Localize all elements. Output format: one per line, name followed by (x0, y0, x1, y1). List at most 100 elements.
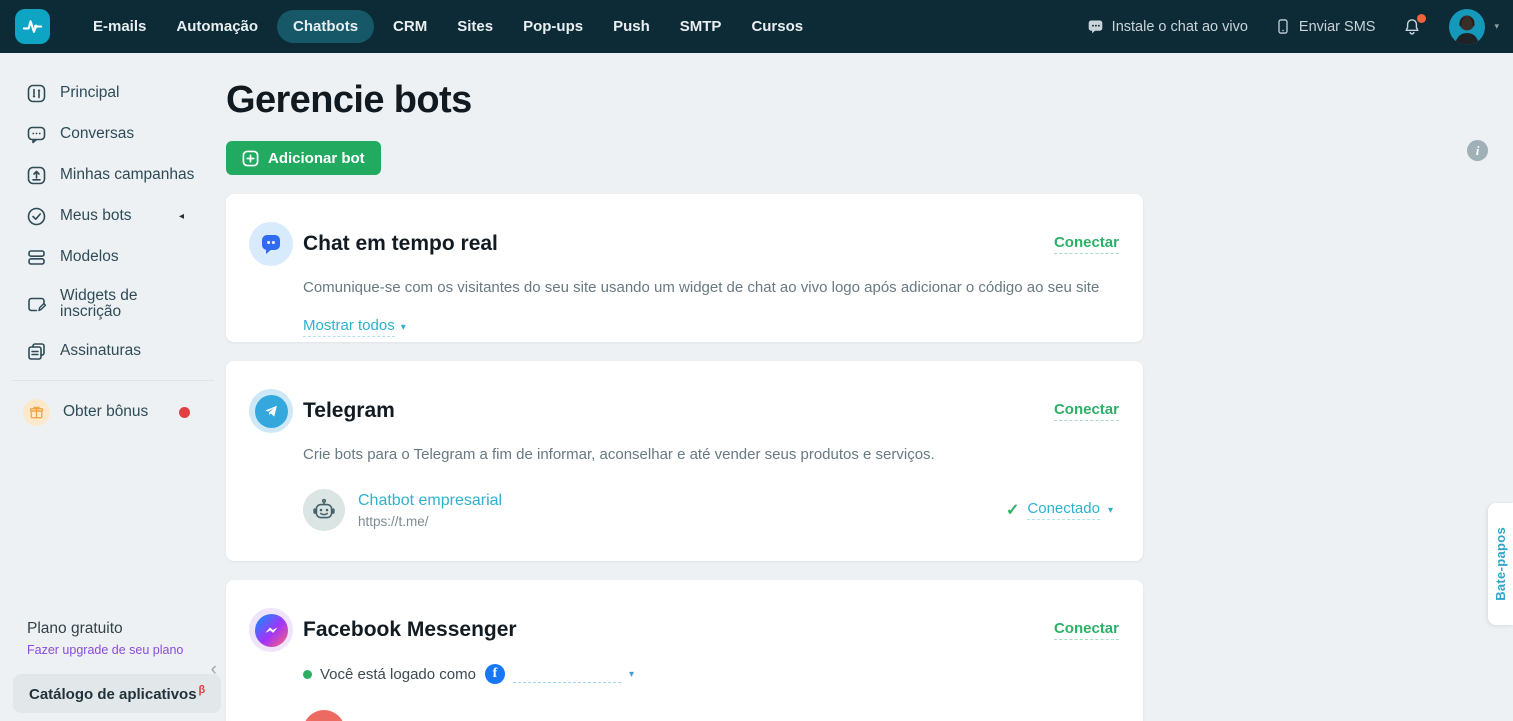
sidebar-label: Modelos (60, 248, 119, 266)
install-live-chat-link[interactable]: Instale o chat ao vivo (1087, 18, 1248, 35)
sendpulse-logo[interactable] (15, 9, 50, 44)
channel-title: Facebook Messenger (303, 618, 517, 641)
bot-row: F Fotos ✓ Conectado ▾ (303, 710, 1119, 721)
plan-info: Plano gratuito Fazer upgrade de seu plan… (27, 620, 183, 657)
bonus-alert-dot (179, 406, 190, 418)
card-telegram: Telegram Conectar Crie bots para o Teleg… (226, 361, 1143, 561)
send-sms-link[interactable]: Enviar SMS (1275, 18, 1376, 35)
bot-name-link[interactable]: Chatbot empresarial (358, 492, 502, 510)
nav-item-chatbots[interactable]: Chatbots (277, 10, 375, 43)
conversations-icon (27, 126, 46, 144)
channel-description: Crie bots para o Telegram a fim de infor… (303, 446, 935, 463)
channel-title: Telegram (303, 399, 395, 422)
add-bot-label: Adicionar bot (268, 149, 365, 167)
check-icon: ✓ (1006, 502, 1020, 519)
sidebar-menu: Principal Conversas Minhas campanhas Meu… (0, 53, 226, 436)
notifications-button[interactable] (1402, 13, 1427, 37)
sidebar-item-modelos[interactable]: Modelos (0, 237, 226, 278)
plan-name: Plano gratuito (27, 620, 123, 637)
gift-icon (23, 398, 50, 426)
messenger-icon (249, 608, 293, 652)
online-dot (303, 669, 312, 679)
plus-square-icon (242, 150, 259, 166)
live-chat-icon (249, 222, 293, 266)
card-live-chat: Chat em tempo real Conectar Comunique-se… (226, 194, 1143, 342)
nav-item-automacao[interactable]: Automação (165, 10, 269, 43)
nav-item-smtp[interactable]: SMTP (669, 10, 733, 43)
sidebar-item-widgets-inscricao[interactable]: Widgets de inscrição (0, 278, 226, 331)
facebook-account-link[interactable] (512, 665, 621, 683)
nav-item-popups[interactable]: Pop-ups (512, 10, 594, 43)
add-bot-button[interactable]: Adicionar bot (226, 141, 381, 175)
sidebar-label: Principal (60, 84, 120, 102)
caret-down-icon: ▾ (400, 321, 406, 333)
sidebar-item-minhas-campanhas[interactable]: Minhas campanhas (0, 155, 226, 196)
chat-bubble-icon (1088, 20, 1102, 34)
dashboard-icon (27, 84, 46, 103)
avatar-person (1455, 15, 1480, 45)
caret-down-icon[interactable]: ▾ (1108, 505, 1113, 516)
submenu-caret-icon: ◂ (178, 211, 184, 222)
sidebar-item-conversas[interactable]: Conversas (0, 114, 226, 155)
campaigns-icon (27, 166, 46, 185)
smartphone-icon (1278, 19, 1288, 34)
subscriptions-icon (28, 342, 45, 360)
sidebar-item-obter-bonus[interactable]: Obter bônus (0, 389, 226, 436)
main-menu: E-mails Automação Chatbots CRM Sites Pop… (82, 10, 814, 43)
nav-item-cursos[interactable]: Cursos (740, 10, 814, 43)
notification-dot (1417, 13, 1427, 23)
bot-row: Chatbot empresarial https://t.me/ ✓ Cone… (303, 489, 1119, 531)
nav-item-push[interactable]: Push (602, 10, 661, 43)
bots-icon (27, 207, 46, 226)
card-header: Facebook Messenger Conectar (249, 608, 1119, 652)
card-header: Chat em tempo real Conectar (249, 222, 1119, 266)
info-icon[interactable]: i (1467, 140, 1488, 161)
templates-icon (28, 250, 45, 265)
widgets-icon (28, 297, 47, 312)
sidebar-item-assinaturas[interactable]: Assinaturas (0, 331, 226, 372)
status-dropdown[interactable]: Conectado (1027, 500, 1100, 520)
robot-avatar-icon (303, 489, 345, 531)
nav-item-emails[interactable]: E-mails (82, 10, 157, 43)
app-catalog-button[interactable]: Catálogo de aplicativos β (13, 674, 222, 713)
telegram-icon (249, 389, 293, 433)
connect-link[interactable]: Conectar (1053, 401, 1119, 421)
pulse-icon (22, 20, 43, 33)
top-navigation: E-mails Automação Chatbots CRM Sites Pop… (0, 0, 1513, 53)
caret-down-icon[interactable]: ▾ (629, 669, 634, 680)
page-title: Gerencie bots (226, 79, 472, 121)
channel-description: Comunique-se com os visitantes do seu si… (303, 279, 1100, 296)
connect-link[interactable]: Conectar (1053, 234, 1119, 254)
account-menu-caret-icon[interactable]: ▾ (1494, 21, 1499, 32)
connect-link[interactable]: Conectar (1053, 620, 1119, 640)
bot-url: https://t.me/ (358, 513, 429, 529)
login-text: Você está logado como (320, 665, 476, 683)
connection-status: ✓ Conectado ▾ (1006, 500, 1113, 520)
send-sms-label: Enviar SMS (1298, 18, 1376, 35)
show-all-label: Mostrar todos (303, 317, 395, 337)
sidebar-label: Widgets de inscrição (60, 287, 138, 321)
chats-side-tab[interactable]: Bate-papos (1488, 503, 1513, 625)
nav-item-sites[interactable]: Sites (446, 10, 504, 43)
page-avatar: F (303, 710, 345, 721)
install-live-chat-label: Instale o chat ao vivo (1111, 18, 1248, 35)
show-all-link[interactable]: Mostrar todos ▾ (303, 317, 406, 337)
main-content: Gerencie bots i Adicionar bot Chat em te… (226, 53, 1488, 721)
upgrade-plan-link[interactable]: Fazer upgrade de seu plano (27, 643, 183, 657)
facebook-login-row: Você está logado como f ▾ (303, 664, 1119, 684)
sidebar-label: Conversas (60, 125, 135, 143)
topnav-right: Instale o chat ao vivo Enviar SMS ▾ (1087, 8, 1499, 45)
card-facebook-messenger: Facebook Messenger Conectar Você está lo… (226, 580, 1143, 721)
app-catalog-label: Catálogo de aplicativos (29, 686, 197, 703)
sidebar-item-meus-bots[interactable]: Meus bots ◂ (0, 196, 226, 237)
beta-badge: β (198, 684, 206, 696)
sidebar: Principal Conversas Minhas campanhas Meu… (0, 53, 226, 721)
sidebar-item-principal[interactable]: Principal (0, 73, 226, 114)
bonus-label: Obter bônus (63, 402, 149, 420)
bot-info: Chatbot empresarial https://t.me/ (358, 492, 502, 529)
nav-item-crm[interactable]: CRM (382, 10, 438, 43)
facebook-icon: f (484, 664, 505, 684)
sidebar-label: Minhas campanhas (60, 166, 195, 184)
sidebar-divider (12, 379, 214, 381)
user-avatar[interactable] (1449, 8, 1486, 45)
